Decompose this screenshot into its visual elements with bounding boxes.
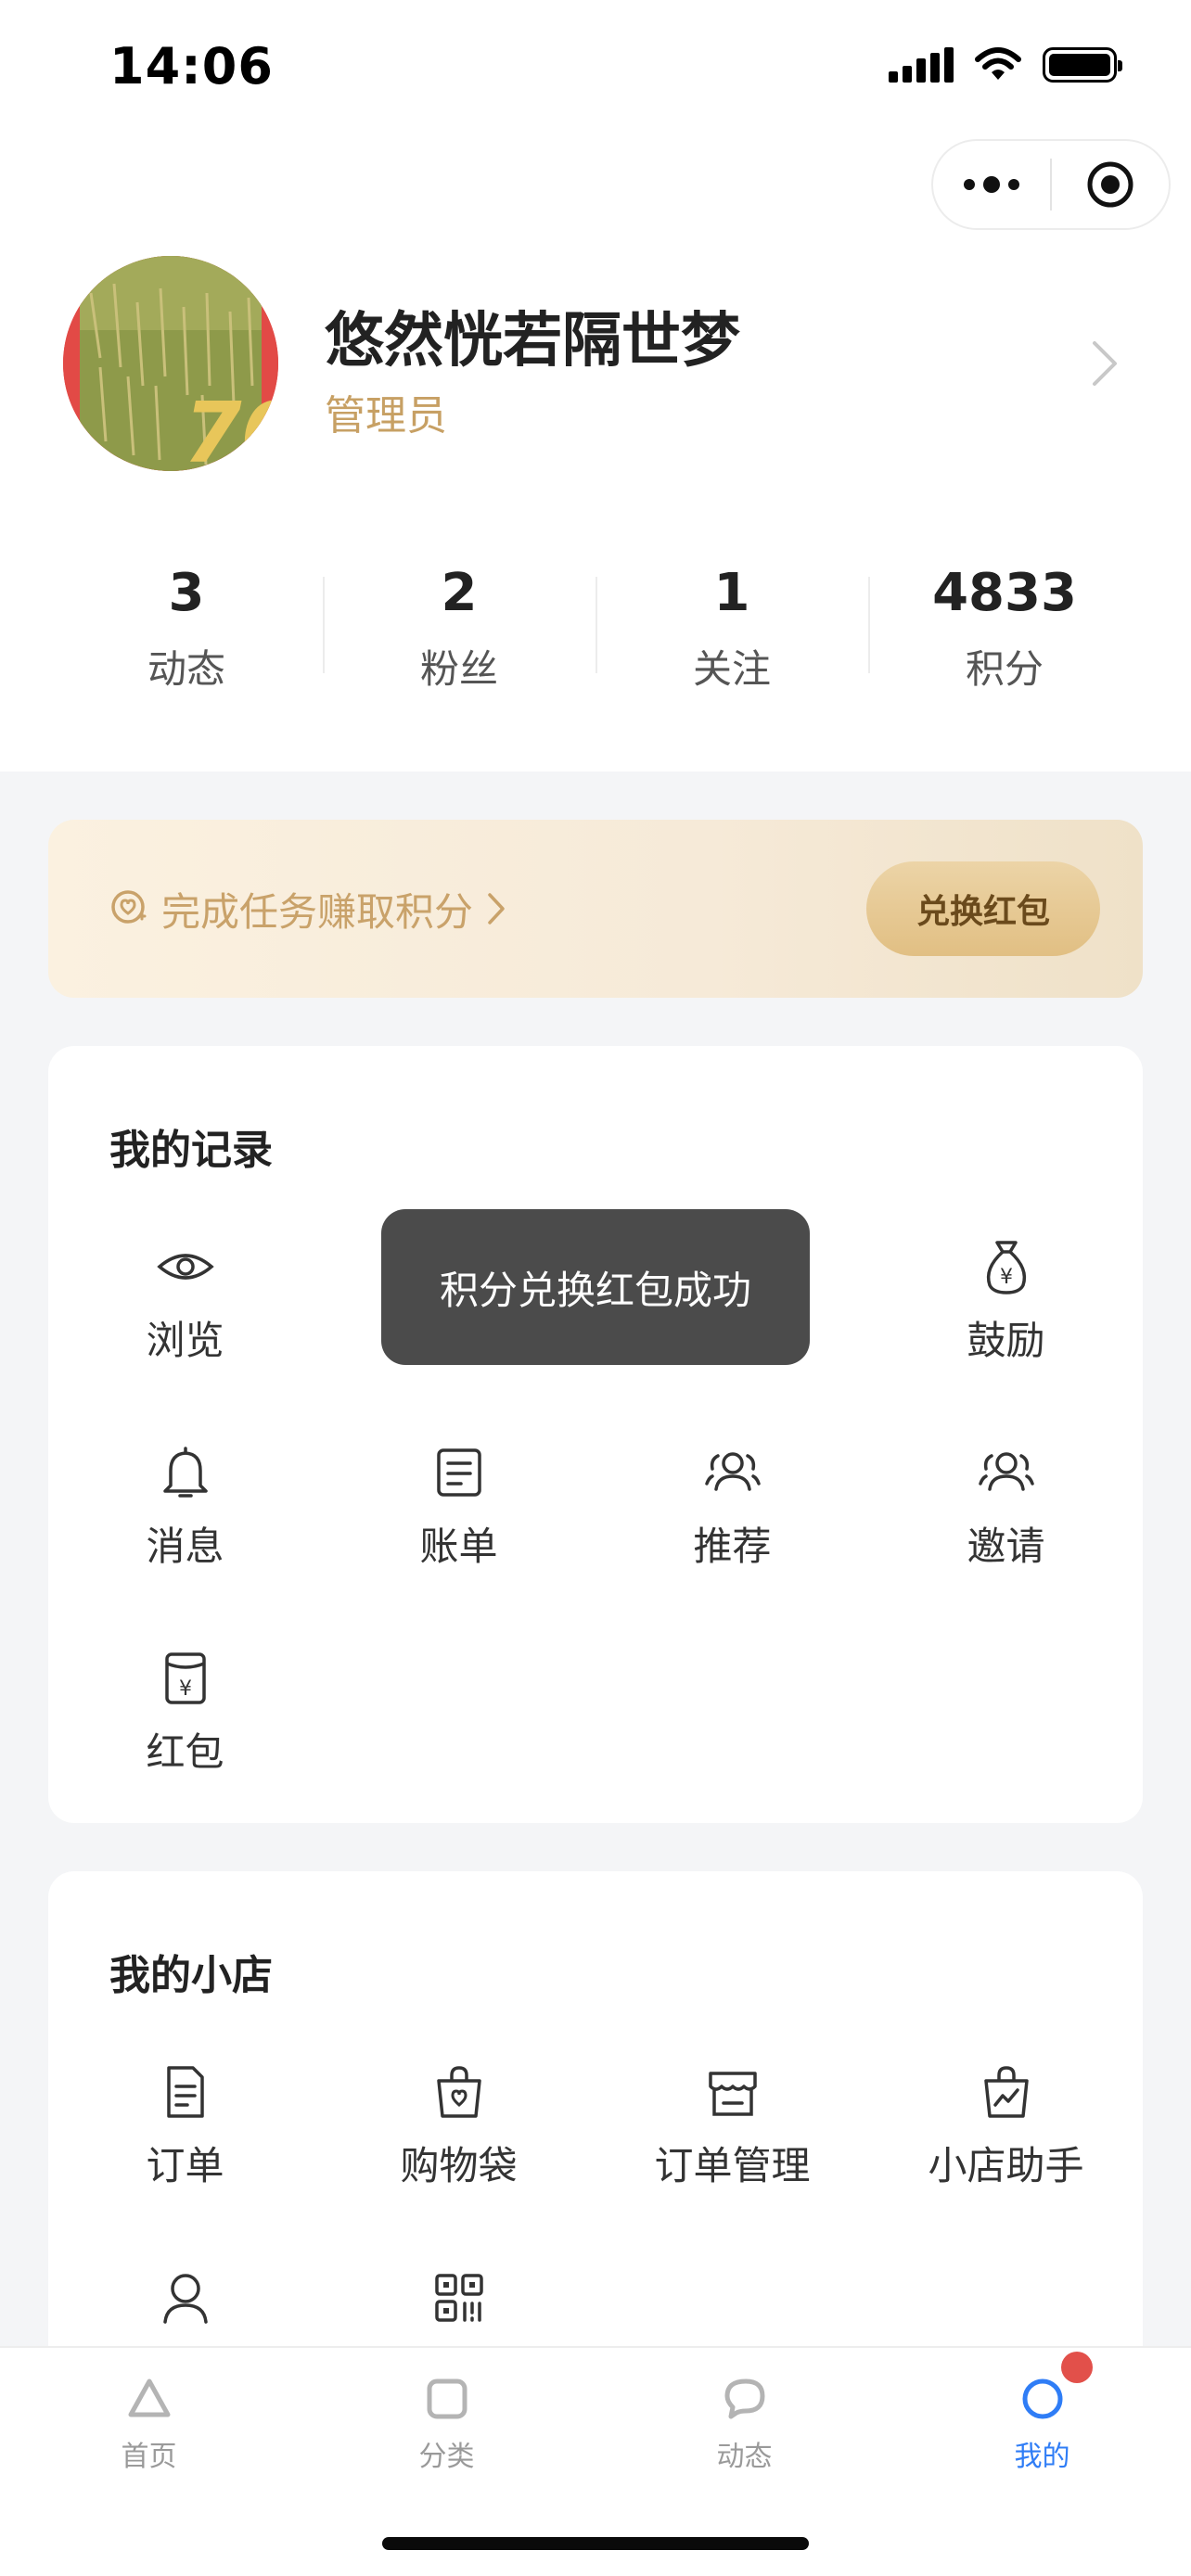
chevron-right-icon[interactable] — [1091, 339, 1119, 388]
tab-label: 首页 — [121, 2441, 177, 2473]
record-item-messages[interactable]: 消息 — [48, 1428, 322, 1595]
battery-icon — [1043, 47, 1122, 83]
status-icons — [889, 46, 1122, 83]
triangle-home-icon — [128, 2378, 170, 2417]
stat-label: 动态 — [147, 646, 225, 692]
svg-text:¥: ¥ — [179, 1677, 192, 1701]
cellular-signal-icon — [889, 47, 954, 83]
shop-item-shop-assistant[interactable]: 小店助手 — [869, 2047, 1143, 2214]
tab-label: 分类 — [418, 2441, 475, 2473]
storefront-icon — [708, 2072, 757, 2116]
shop-title: 我的小店 — [109, 1952, 273, 1999]
record-item-label: 邀请 — [967, 1524, 1045, 1569]
svg-text:¥: ¥ — [1000, 1266, 1013, 1289]
tab-label: 我的 — [1014, 2441, 1070, 2473]
red-packet-icon: ¥ — [164, 1652, 206, 1704]
record-item-label: 红包 — [146, 1729, 224, 1775]
stat-points[interactable]: 4833 积分 — [868, 556, 1141, 692]
shop-item-label: 购物袋 — [400, 2143, 518, 2188]
heart-location-icon — [111, 890, 147, 924]
stat-fans[interactable]: 2 粉丝 — [323, 556, 596, 692]
more-menu-button[interactable] — [933, 141, 1050, 228]
avatar[interactable]: 70 — [63, 256, 278, 471]
home-indicator[interactable] — [382, 2537, 809, 2550]
wheat-field-avatar-image: 70 — [63, 256, 278, 471]
tab-category[interactable]: 分类 — [298, 2348, 596, 2506]
users-icon — [704, 1452, 761, 1491]
money-bag-icon: ¥ — [986, 1241, 1026, 1294]
record-item-encourage[interactable]: ¥ 鼓励 — [869, 1222, 1143, 1389]
shop-item-label: 订单 — [146, 2143, 224, 2188]
tab-me[interactable]: 我的 — [893, 2348, 1191, 2506]
eye-icon — [156, 1254, 214, 1280]
more-dots-icon — [964, 176, 1019, 193]
shop-item-shopping-bag[interactable]: 购物袋 — [322, 2047, 596, 2214]
close-miniprogram-button[interactable] — [1052, 141, 1169, 228]
shopping-bag-icon — [436, 2066, 481, 2118]
stat-following[interactable]: 1 关注 — [596, 556, 868, 692]
status-time: 14:06 — [109, 37, 274, 96]
record-item-red-packet[interactable]: ¥ 红包 — [48, 1634, 322, 1801]
profile-stats: 3 动态 2 粉丝 1 关注 4833 积分 — [50, 556, 1141, 692]
stat-label: 粉丝 — [419, 646, 498, 692]
stat-label: 关注 — [692, 646, 771, 692]
tab-feed[interactable]: 动态 — [596, 2348, 893, 2506]
user-icon — [162, 2274, 208, 2324]
my-records-card: 我的记录 浏览 ¥ 鼓励 消息 账单 推荐 邀请 ¥ 红包 — [48, 1046, 1143, 1823]
stat-value: 3 — [168, 563, 205, 623]
stat-value: 4833 — [932, 563, 1077, 623]
tab-home[interactable]: 首页 — [0, 2348, 298, 2506]
analytics-bag-icon — [983, 2066, 1029, 2118]
chat-bubble-icon — [724, 2378, 764, 2419]
user-role-badge: 管理员 — [325, 392, 447, 440]
task-link-label: 完成任务赚取积分 — [161, 888, 474, 935]
bill-icon — [436, 1448, 481, 1497]
circle-me-icon — [1022, 2378, 1062, 2419]
record-item-bills[interactable]: 账单 — [322, 1428, 596, 1595]
stat-label: 积分 — [965, 646, 1044, 692]
record-item-label: 账单 — [419, 1524, 498, 1569]
stat-posts[interactable]: 3 动态 — [50, 556, 323, 692]
shop-item-label: 小店助手 — [928, 2143, 1084, 2188]
wifi-icon — [975, 47, 1021, 80]
record-item-label: 推荐 — [693, 1524, 772, 1569]
toast-message: 积分兑换红包成功 — [381, 1209, 810, 1365]
shop-item-order-management[interactable]: 订单管理 — [596, 2047, 869, 2214]
task-link[interactable]: 完成任务赚取积分 — [108, 881, 506, 937]
redeem-red-packet-button[interactable]: 兑换红包 — [866, 861, 1100, 956]
shop-item-label: 订单管理 — [654, 2143, 811, 2188]
tab-label: 动态 — [716, 2441, 773, 2473]
record-item-invite[interactable]: 邀请 — [869, 1428, 1143, 1595]
records-title: 我的记录 — [109, 1127, 273, 1174]
record-item-recommend[interactable]: 推荐 — [596, 1428, 869, 1595]
record-item-browse[interactable]: 浏览 — [48, 1222, 322, 1389]
chevron-right-icon — [488, 893, 505, 925]
shop-item-orders[interactable]: 订单 — [48, 2047, 322, 2214]
target-circle-icon — [1087, 161, 1133, 208]
square-category-icon — [427, 2378, 467, 2419]
stat-value: 2 — [441, 563, 478, 623]
record-item-label: 消息 — [146, 1524, 224, 1569]
document-icon — [166, 2066, 204, 2118]
user-name: 悠然恍若隔世梦 — [325, 307, 740, 376]
record-item-label: 浏览 — [146, 1318, 224, 1363]
notification-badge — [1061, 2352, 1093, 2383]
bell-icon — [162, 1447, 208, 1498]
miniprogram-capsule — [931, 139, 1171, 230]
qr-code-icon — [434, 2274, 483, 2322]
stat-value: 1 — [713, 563, 750, 623]
task-points-banner: 完成任务赚取积分 兑换红包 — [48, 820, 1143, 998]
record-item-label: 鼓励 — [967, 1318, 1045, 1363]
users-icon — [978, 1452, 1034, 1491]
